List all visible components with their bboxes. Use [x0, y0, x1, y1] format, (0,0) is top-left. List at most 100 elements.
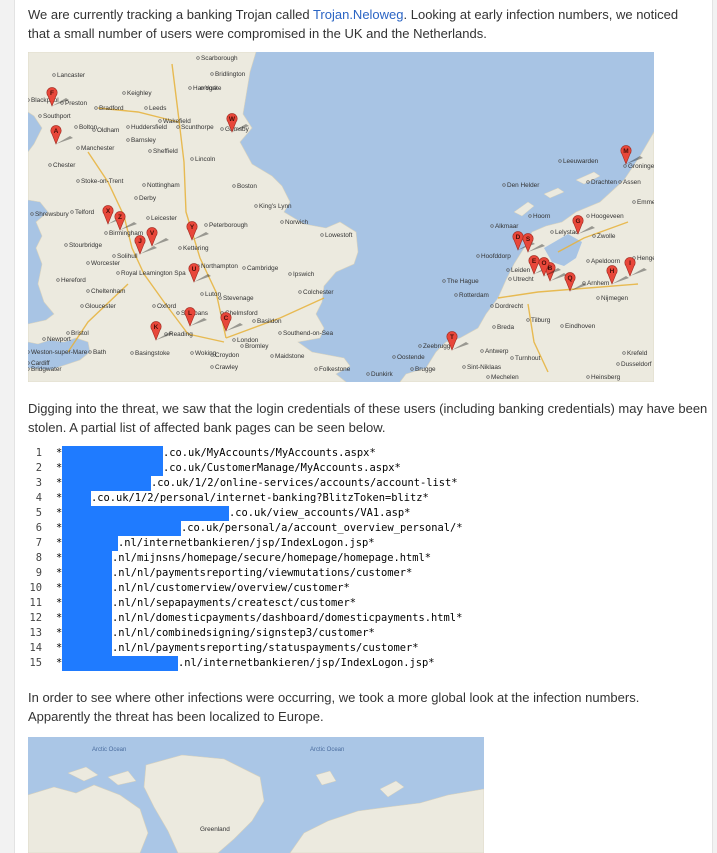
bank-page-path: .co.uk/CustomerManage/MyAccounts.aspx* — [163, 462, 401, 474]
place-label: Southport — [43, 113, 71, 120]
place-label: Keighley — [127, 90, 152, 97]
place-label: Dusseldorf — [621, 361, 652, 368]
place-label: Croydon — [215, 352, 240, 359]
place-label: Mechelen — [491, 374, 519, 381]
place-label: Oldham — [97, 127, 119, 134]
code-line: 8 * .nl/mijnsns/homepage/secure/homepage/h… — [28, 551, 688, 566]
line-number: 14 — [29, 642, 42, 654]
place-label: Nijmegen — [601, 295, 628, 302]
place-label: Utrecht — [513, 276, 534, 283]
place-label: Weston-super-Mare — [31, 349, 88, 356]
place-label: Leicester — [151, 215, 178, 222]
threat-paragraph: Digging into the threat, we saw that the… — [28, 401, 708, 435]
code-line: 11 * .nl/nl/sepapayments/createsct/custome… — [28, 596, 688, 611]
place-label: Derby — [139, 195, 157, 202]
bank-page-path: .nl/nl/customerview/overview/customer* — [112, 582, 350, 594]
place-label: Hengelo — [637, 255, 654, 262]
place-label: Bromley — [245, 343, 269, 350]
place-label: Lincoln — [195, 156, 216, 163]
place-label: Bath — [93, 349, 107, 356]
bank-page-path: .co.uk/MyAccounts/MyAccounts.aspx* — [163, 447, 376, 459]
place-label: Telford — [75, 209, 95, 216]
place-label: Oxford — [157, 303, 177, 310]
place-label: Basildon — [257, 318, 282, 325]
code-line: 4 * .co.uk/1/2/personal/internet-banking?B… — [28, 491, 688, 506]
arctic-ocean-label-west: Arctic Ocean — [92, 747, 126, 753]
line-number: 6 — [35, 522, 42, 534]
place-label: Scunthorpe — [181, 124, 214, 131]
place-label: Shrewsbury — [35, 211, 70, 218]
place-label: Rotterdam — [459, 292, 489, 299]
line-number: 10 — [29, 582, 42, 594]
line-number: 8 — [35, 552, 42, 564]
redaction-block — [62, 596, 112, 611]
marker-letter: D — [516, 234, 521, 241]
marker-letter: W — [229, 116, 236, 123]
redaction-block — [62, 641, 112, 656]
place-label: Heinsberg — [591, 374, 621, 381]
place-label: Tilburg — [531, 317, 551, 324]
place-label: Leiden — [511, 267, 531, 274]
place-label: Hereford — [61, 277, 86, 284]
place-label: Sheffield — [153, 148, 178, 155]
place-label: Boston — [237, 183, 257, 190]
place-label: Manchester — [81, 145, 115, 152]
bank-page-path: .nl/nl/sepapayments/createsct/customer* — [112, 597, 356, 609]
trojan-neloweg-link[interactable]: Trojan.Neloweg — [313, 7, 404, 22]
marker-letter: O — [541, 260, 546, 267]
greenland-label: Greenland — [200, 826, 230, 833]
marker-letter: S — [526, 236, 531, 243]
line-number: 5 — [35, 507, 42, 519]
place-label: Maidstone — [275, 353, 305, 360]
world-infection-map[interactable]: Arctic Ocean Arctic Ocean Greenland — [28, 737, 484, 853]
bank-page-path: .nl/internetbankieren/jsp/IndexLogon.jsp… — [178, 657, 435, 669]
place-label: Colchester — [303, 289, 334, 296]
place-label: Woking — [195, 350, 217, 357]
bank-page-path: .co.uk/personal/a/account_overview_perso… — [181, 522, 463, 534]
marker-letter: M — [623, 148, 628, 155]
place-label: Oostende — [397, 354, 425, 361]
bank-page-path: .co.uk/1/2/personal/internet-banking?Bli… — [91, 492, 429, 504]
place-label: Dunkirk — [371, 371, 393, 378]
place-label: Stourbridge — [69, 242, 102, 249]
line-number: 15 — [29, 657, 42, 669]
place-label: Northampton — [201, 263, 238, 270]
redaction-block — [62, 626, 112, 641]
marker-letter: U — [192, 266, 197, 273]
line-number: 13 — [29, 627, 42, 639]
code-line: 2 * .co.uk/CustomerManage/MyAccounts.aspx* — [28, 461, 688, 476]
place-label: Gloucester — [85, 303, 117, 310]
place-label: Drachten — [591, 179, 617, 186]
place-label: Sint-Niklaas — [467, 364, 501, 371]
code-line: 1 * .co.uk/MyAccounts/MyAccounts.aspx* — [28, 446, 688, 461]
world-map-svg: Arctic Ocean Arctic Ocean Greenland — [28, 737, 484, 853]
marker-letter: V — [150, 230, 155, 237]
uk-netherlands-infection-map[interactable]: Scarborough Bridlington Lancaster Harrogate… — [28, 52, 654, 382]
redaction-block — [62, 566, 112, 581]
bank-page-path: .nl/nl/domesticpayments/dashboard/domest… — [112, 612, 463, 624]
place-label: Southend-on-Sea — [283, 330, 334, 337]
place-label: Lancaster — [57, 72, 86, 79]
place-label: Nottingham — [147, 182, 180, 189]
place-label: Huddersfield — [131, 124, 167, 131]
global-look-paragraph: In order to see where other infections w… — [28, 690, 640, 724]
place-label: Eindhoven — [565, 323, 596, 330]
marker-letter: J — [138, 238, 142, 245]
place-label: Bradford — [99, 105, 124, 112]
place-label: Stoke-on-Trent — [81, 178, 124, 185]
place-label: York — [205, 85, 218, 92]
redaction-block — [62, 461, 163, 476]
right-frame — [712, 0, 717, 853]
redaction-block — [62, 506, 229, 521]
code-line: 12 * .nl/nl/domesticpayments/dashboard/dom… — [28, 611, 688, 626]
redaction-block — [62, 476, 151, 491]
place-label: Alkmaar — [495, 223, 519, 230]
marker-letter: X — [106, 208, 111, 215]
code-line: 14 * .nl/nl/paymentsreporting/statuspaymen… — [28, 641, 688, 656]
redaction-block — [62, 551, 112, 566]
line-number: 4 — [35, 492, 42, 504]
code-line: 9 * .nl/nl/paymentsreporting/viewmutations… — [28, 566, 688, 581]
marker-letter: E — [532, 258, 537, 265]
place-label: Crawley — [215, 364, 239, 371]
place-label: King's Lynn — [259, 203, 292, 210]
